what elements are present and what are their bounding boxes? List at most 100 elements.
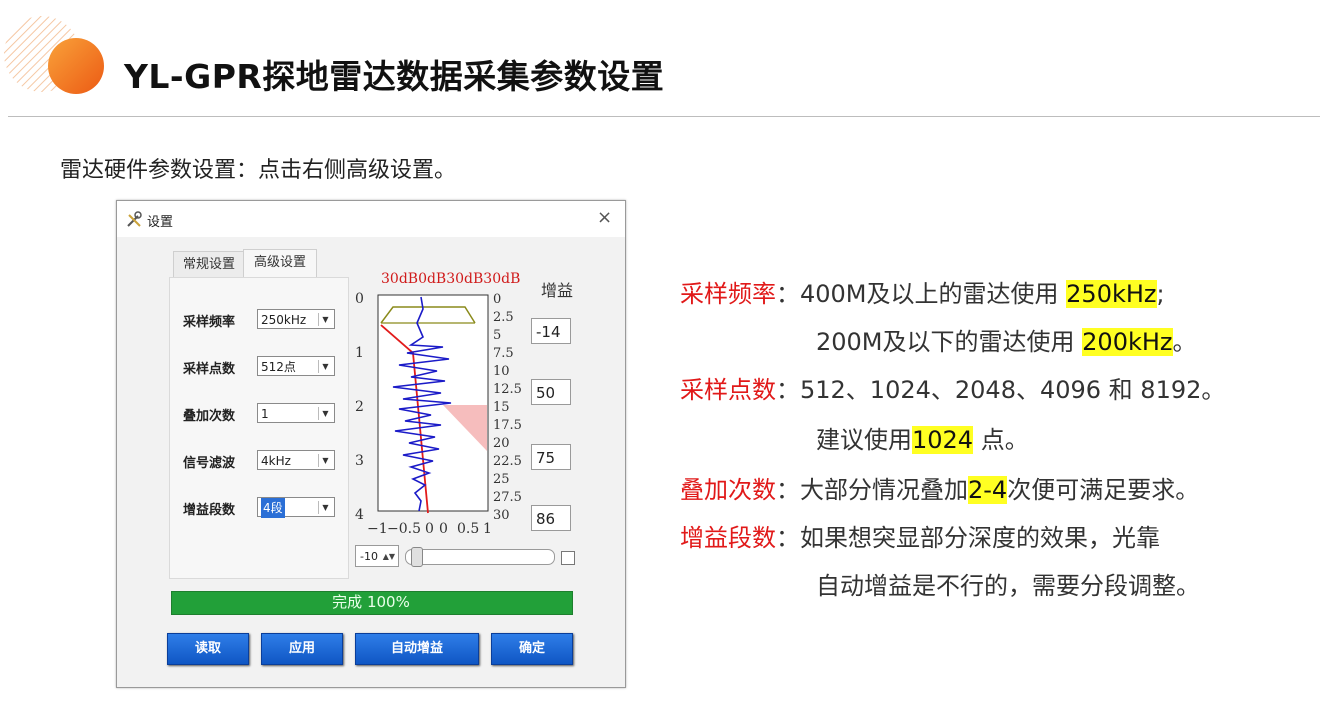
- right-axis-tick: 25: [493, 472, 510, 487]
- ok-button[interactable]: 确定: [491, 633, 573, 665]
- right-axis-tick: 15: [493, 400, 510, 415]
- tab-advanced[interactable]: 高级设置: [243, 249, 317, 278]
- note-highlight: 1024: [912, 426, 974, 454]
- chevron-down-icon: ▼: [318, 313, 332, 326]
- note-text: 512、1024、2048、4096 和 8192。: [800, 376, 1226, 404]
- note-text: 次便可满足要求。: [1007, 476, 1200, 504]
- note-gain-segments-line1: 增益段数：如果想突显部分深度的效果，光靠: [680, 518, 1160, 553]
- note-colon: ：: [776, 376, 800, 404]
- sampling-freq-select[interactable]: 250kHz ▼: [257, 309, 335, 329]
- option-checkbox[interactable]: [561, 551, 575, 565]
- page-subtitle: 雷达硬件参数设置：点击右侧高级设置。: [60, 158, 457, 183]
- logo-icon: [4, 16, 104, 94]
- left-axis-tick: 4: [355, 507, 364, 523]
- left-axis-tick: 1: [355, 345, 364, 361]
- gain-segments-select[interactable]: 4段 ▼: [257, 497, 335, 518]
- note-text: 400M及以上的雷达使用: [800, 280, 1067, 308]
- bottom-axis-tick: −0.5: [387, 521, 421, 537]
- param-label-gain-segments: 增益段数: [183, 503, 236, 518]
- param-label-sampling-freq: 采样频率: [183, 315, 236, 330]
- gain-segments-value: 4段: [261, 498, 285, 518]
- chevron-down-icon: ▼: [318, 454, 332, 467]
- offset-spinbox[interactable]: -10 ▲▼: [355, 545, 399, 567]
- offset-spin-value: -10: [360, 550, 378, 563]
- param-label-sample-points: 采样点数: [183, 362, 236, 377]
- signal-filter-select[interactable]: 4kHz ▼: [257, 450, 335, 470]
- settings-dialog: 设置 × 常规设置 高级设置 采样频率 250kHz ▼ 采样点数 512点 ▼…: [116, 200, 626, 688]
- note-label-sample-points: 采样点数: [680, 376, 776, 404]
- note-label-sampling-freq: 采样频率: [680, 280, 776, 308]
- note-gain-segments-line2: 自动增益是不行的，需要分段调整。: [816, 566, 1200, 601]
- gain-waveform-plot: 30dB0dB30dB30dB 0 1 2 3 4 0 2.5 5 7.5 1 0…: [355, 271, 522, 537]
- auto-gain-button[interactable]: 自动增益: [355, 633, 479, 665]
- note-text: 建议使用: [816, 426, 912, 454]
- gain-input-2[interactable]: 50: [531, 379, 571, 405]
- dialog-title: 设置: [147, 215, 174, 230]
- note-colon: ：: [776, 280, 800, 308]
- right-axis-tick: 30: [493, 508, 510, 523]
- page-title: YL-GPR探地雷达数据采集参数设置: [124, 57, 665, 96]
- left-axis-tick: 3: [355, 453, 364, 469]
- note-colon: ：: [776, 476, 800, 504]
- note-highlight: 250kHz: [1066, 280, 1157, 308]
- progress-text: 完成 100%: [332, 593, 410, 611]
- gain-input-1[interactable]: -14: [531, 318, 571, 344]
- gain-input-4[interactable]: 86: [531, 505, 571, 531]
- right-axis-tick: 27.5: [493, 490, 522, 505]
- note-text: 200M及以下的雷达使用: [816, 328, 1083, 356]
- bottom-axis-tick: 1: [483, 521, 492, 537]
- stack-count-value: 1: [261, 407, 269, 421]
- note-text: 如果想突显部分深度的效果，光靠: [800, 524, 1160, 552]
- settings-tools-icon: [127, 211, 142, 227]
- right-axis-tick: 20: [493, 436, 510, 451]
- right-axis-tick: 7.5: [493, 346, 514, 361]
- note-sample-points-line2: 建议使用1024 点。: [816, 420, 1029, 455]
- right-axis-tick: 2.5: [493, 310, 514, 325]
- note-label-stack: 叠加次数: [680, 476, 776, 504]
- note-highlight: 2-4: [968, 476, 1008, 504]
- note-text: 。: [1172, 328, 1197, 356]
- note-highlight: 200kHz: [1082, 328, 1173, 356]
- apply-button[interactable]: 应用: [261, 633, 343, 665]
- bottom-axis-tick: 0: [439, 521, 448, 537]
- sample-points-value: 512点: [261, 360, 296, 374]
- param-label-signal-filter: 信号滤波: [183, 456, 236, 471]
- bottom-axis-tick: −1: [367, 521, 388, 537]
- right-axis-tick: 5: [493, 328, 501, 343]
- note-sample-points-line1: 采样点数：512、1024、2048、4096 和 8192。: [680, 370, 1225, 405]
- sampling-freq-value: 250kHz: [261, 313, 307, 327]
- signal-filter-value: 4kHz: [261, 454, 291, 468]
- right-axis-tick: 17.5: [493, 418, 522, 433]
- title-divider: [8, 116, 1320, 117]
- left-axis-tick: 2: [355, 399, 364, 415]
- note-text: ;: [1156, 280, 1165, 308]
- right-axis-tick: 22.5: [493, 454, 522, 469]
- note-text: 点。: [973, 426, 1029, 454]
- tab-general[interactable]: 常规设置: [173, 251, 245, 278]
- stack-count-select[interactable]: 1 ▼: [257, 403, 335, 423]
- right-axis-tick: 0: [493, 292, 501, 307]
- note-text: 自动增益是不行的，需要分段调整。: [816, 572, 1200, 600]
- offset-slider[interactable]: [405, 549, 555, 565]
- spin-arrows-icon[interactable]: ▲▼: [383, 546, 395, 568]
- gain-input-3[interactable]: 75: [531, 444, 571, 470]
- note-text: 大部分情况叠加: [800, 476, 968, 504]
- left-axis-tick: 0: [355, 291, 364, 307]
- chevron-down-icon: ▼: [318, 407, 332, 420]
- right-axis-tick: 12.5: [493, 382, 522, 397]
- close-icon[interactable]: ×: [597, 207, 612, 228]
- param-label-stack-count: 叠加次数: [183, 409, 236, 424]
- sample-points-select[interactable]: 512点 ▼: [257, 356, 335, 376]
- dialog-titlebar: [117, 201, 625, 237]
- note-stack: 叠加次数：大部分情况叠加2-4次便可满足要求。: [680, 470, 1199, 505]
- note-label-gain-segments: 增益段数: [680, 524, 776, 552]
- plot-top-labels: 30dB0dB30dB30dB: [381, 271, 520, 287]
- chevron-down-icon: ▼: [318, 360, 332, 373]
- gain-title: 增益: [541, 281, 574, 300]
- slider-handle[interactable]: [411, 547, 423, 567]
- chevron-down-icon: ▼: [318, 501, 332, 514]
- note-sampling-freq-line1: 采样频率：400M及以上的雷达使用 250kHz;: [680, 274, 1165, 309]
- read-button[interactable]: 读取: [167, 633, 249, 665]
- note-sampling-freq-line2: 200M及以下的雷达使用 200kHz。: [816, 322, 1197, 357]
- bottom-axis-tick: 0: [425, 521, 434, 537]
